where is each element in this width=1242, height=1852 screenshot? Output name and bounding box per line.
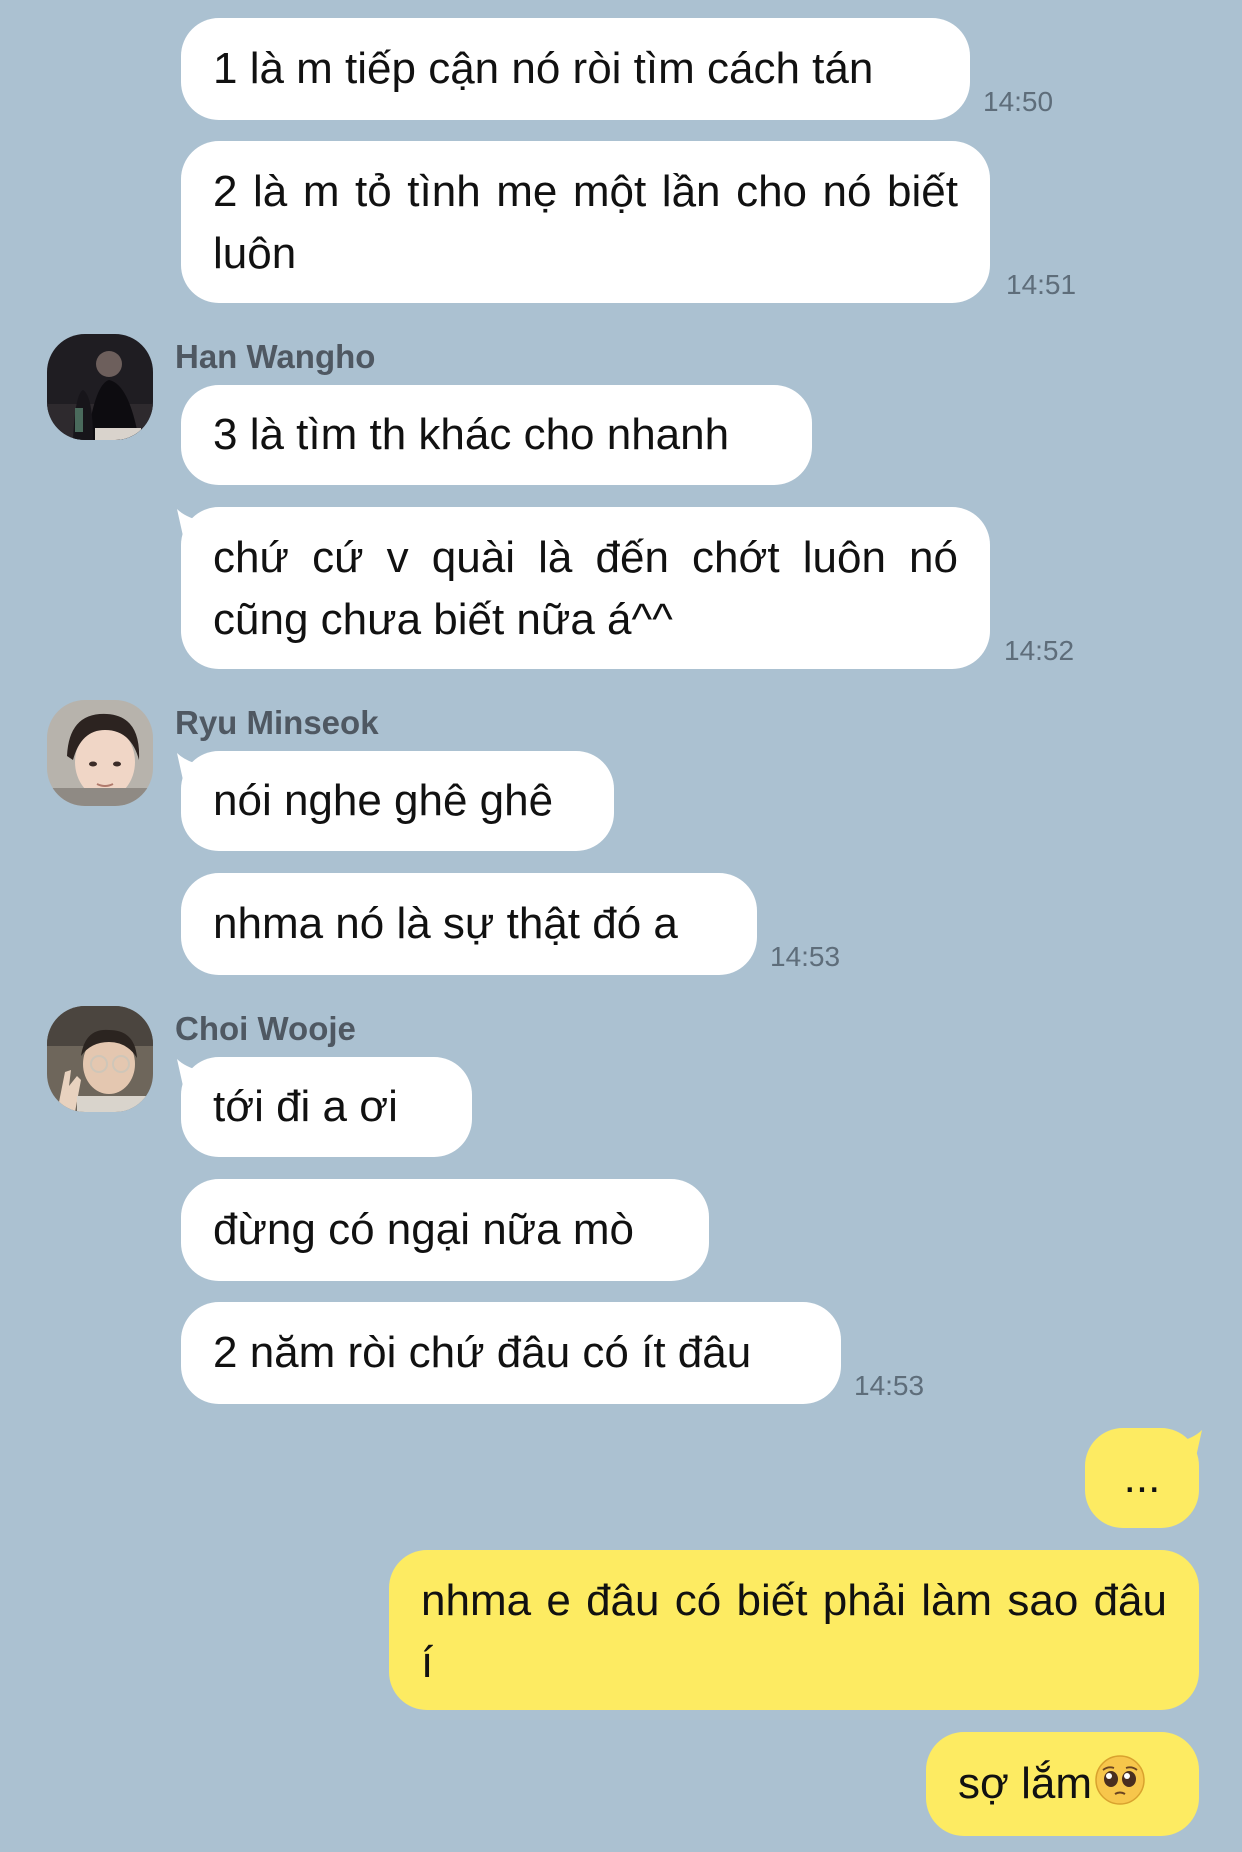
message-text: 3 là tìm th khác cho nhanh (213, 410, 730, 459)
message-text: ... (1123, 1453, 1161, 1502)
message-bubble[interactable]: ... (1085, 1428, 1199, 1528)
message-bubble[interactable]: 1 là m tiếp cận nó ròi tìm cách tán (181, 18, 970, 120)
message-timestamp: 14:53 (854, 1370, 925, 1401)
message-timestamp: 14:51 (1006, 269, 1077, 300)
avatar-photo-icon (47, 334, 153, 440)
message-bubble[interactable]: nhma e đâu có biết phải làm sao đâu í (389, 1550, 1199, 1710)
message-timestamp: 14:52 (1004, 635, 1075, 666)
message-bubble[interactable]: tới đi a ơi (181, 1057, 472, 1157)
avatar[interactable] (47, 700, 153, 806)
message-bubble[interactable]: 2 là m tỏ tình mẹ một lần cho nó biết lu… (181, 141, 990, 303)
sender-name: Choi Wooje (175, 1010, 356, 1047)
message-bubble[interactable]: 3 là tìm th khác cho nhanh (181, 385, 812, 485)
avatar-photo-icon (47, 700, 153, 806)
message-bubble[interactable]: đừng có ngại nữa mò (181, 1179, 709, 1281)
avatar[interactable] (47, 334, 153, 440)
message-text: 1 là m tiếp cận nó ròi tìm cách tán (213, 44, 874, 93)
message-text: 2 năm ròi chứ đâu có ít đâu (213, 1328, 752, 1377)
avatar[interactable] (47, 1006, 153, 1112)
message-bubble[interactable]: nói nghe ghê ghê (181, 751, 614, 851)
message-text: 2 là m tỏ tình mẹ một lần cho nó biết lu… (213, 167, 958, 278)
message-text: sợ lắm (958, 1759, 1092, 1808)
message-bubble[interactable]: chứ cứ v quài là đến chớt luôn nó cũng c… (181, 507, 990, 669)
sender-name: Han Wangho (175, 338, 376, 375)
message-text: tới đi a ơi (213, 1082, 398, 1131)
message-text: đừng có ngại nữa mò (213, 1205, 634, 1254)
message-timestamp: 14:53 (770, 941, 841, 972)
message-text: nhma nó là sự thật đó a (213, 899, 678, 948)
message-text: chứ cứ v quài là đến chớt luôn nó cũng c… (213, 533, 958, 644)
message-bubble[interactable]: 2 năm ròi chứ đâu có ít đâu (181, 1302, 841, 1404)
message-timestamp: 14:50 (983, 86, 1054, 117)
message-text: nhma e đâu có biết phải làm sao đâu í (421, 1576, 1167, 1687)
message-bubble[interactable]: sợ lắm (926, 1732, 1199, 1836)
sender-name: Ryu Minseok (175, 704, 379, 741)
message-text: nói nghe ghê ghê (213, 776, 554, 825)
avatar-photo-icon (47, 1006, 153, 1112)
pleading-face-emoji-icon (1095, 1755, 1145, 1805)
message-bubble[interactable]: nhma nó là sự thật đó a (181, 873, 757, 975)
